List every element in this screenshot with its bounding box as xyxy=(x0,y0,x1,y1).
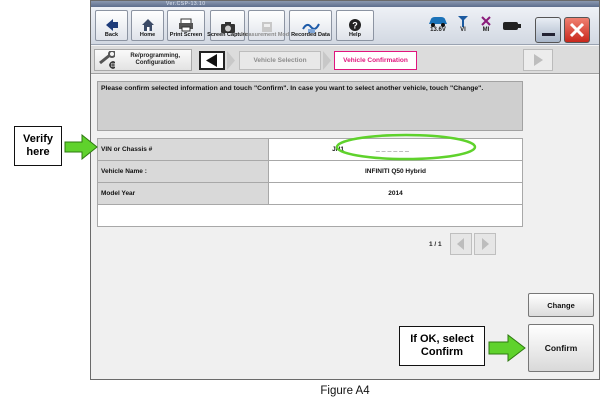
triangle-right-icon xyxy=(534,54,543,66)
help-icon: ? xyxy=(349,19,361,31)
if-ok-select-confirm-callout: If OK, select Confirm xyxy=(399,326,485,366)
help-button[interactable]: ? Help xyxy=(336,10,374,41)
consult-app-window: Ver.CSP-13.10 Back Home Print Screen Scr… xyxy=(90,0,600,380)
measurement-mode-button[interactable]: Measurement Mode xyxy=(241,10,292,41)
recorded-data-button[interactable]: Recorded Data xyxy=(289,10,332,41)
change-button[interactable]: Change xyxy=(528,293,594,317)
triangle-left-icon xyxy=(206,54,217,67)
reprogramming-configuration-tab[interactable]: Re/programming, Configuration xyxy=(94,49,192,71)
nav-back-arrow-button[interactable] xyxy=(199,51,225,70)
table-row: Vehicle Name : INFINITI Q50 Hybrid xyxy=(97,160,523,183)
connection-indicator-icon xyxy=(503,22,521,30)
confirm-button[interactable]: Confirm xyxy=(528,324,594,372)
home-button[interactable]: Home xyxy=(131,10,164,41)
home-icon xyxy=(141,19,154,31)
model-year-label: Model Year xyxy=(97,182,269,205)
breadcrumb-chevron-icon xyxy=(227,51,235,70)
car-icon xyxy=(429,17,447,27)
close-icon xyxy=(569,22,585,38)
table-row: Model Year 2014 xyxy=(97,182,523,205)
nav-next-arrow-button[interactable] xyxy=(523,49,553,71)
camera-icon xyxy=(220,21,235,33)
minimize-button[interactable] xyxy=(535,17,561,43)
triangle-right-icon xyxy=(481,238,489,250)
pager: 1 / 1 xyxy=(429,233,496,255)
green-arrow-right-icon xyxy=(488,334,526,362)
instruction-text: Please confirm selected information and … xyxy=(97,81,523,131)
vi-status: VI xyxy=(457,15,469,34)
vehicle-name-value: INFINITI Q50 Hybrid xyxy=(268,160,523,183)
breadcrumb-vehicle-selection: Vehicle Selection xyxy=(239,51,321,70)
recorded-data-icon xyxy=(301,23,320,33)
figure-caption: Figure A4 xyxy=(320,385,370,397)
vin-highlight-oval xyxy=(335,133,477,161)
vehicle-name-label: Vehicle Name : xyxy=(97,160,269,183)
breadcrumb-chevron-icon xyxy=(323,51,331,70)
verify-here-callout: Verify here xyxy=(14,126,62,166)
navigation-bar: Re/programming, Configuration Vehicle Se… xyxy=(91,46,599,74)
printer-icon xyxy=(179,18,193,32)
mi-disconnected-icon xyxy=(481,16,491,26)
close-button[interactable] xyxy=(564,17,590,43)
breadcrumb-vehicle-confirmation: Vehicle Confirmation xyxy=(334,51,417,70)
toolbar: Back Home Print Screen Screen Capture Me… xyxy=(91,7,599,45)
back-button[interactable]: Back xyxy=(95,10,128,41)
green-arrow-right-icon xyxy=(64,134,98,160)
triangle-left-icon xyxy=(456,238,464,250)
page-count: 1 / 1 xyxy=(429,240,442,248)
svg-text:?: ? xyxy=(352,21,358,31)
screen-capture-button[interactable]: Screen Capture xyxy=(207,10,248,41)
antenna-icon xyxy=(458,16,468,27)
wrench-car-icon xyxy=(99,51,116,69)
back-arrow-icon xyxy=(105,19,118,31)
print-screen-button[interactable]: Print Screen xyxy=(167,10,205,41)
mi-status: MI xyxy=(480,15,492,34)
measurement-icon xyxy=(261,21,272,32)
page-next-button[interactable] xyxy=(473,233,496,255)
table-row-empty xyxy=(97,204,523,227)
battery-status: 13.6V xyxy=(427,15,449,34)
model-year-value: 2014 xyxy=(268,182,523,205)
vin-label: VIN or Chassis # xyxy=(97,138,269,161)
page-prev-button[interactable] xyxy=(449,233,472,255)
